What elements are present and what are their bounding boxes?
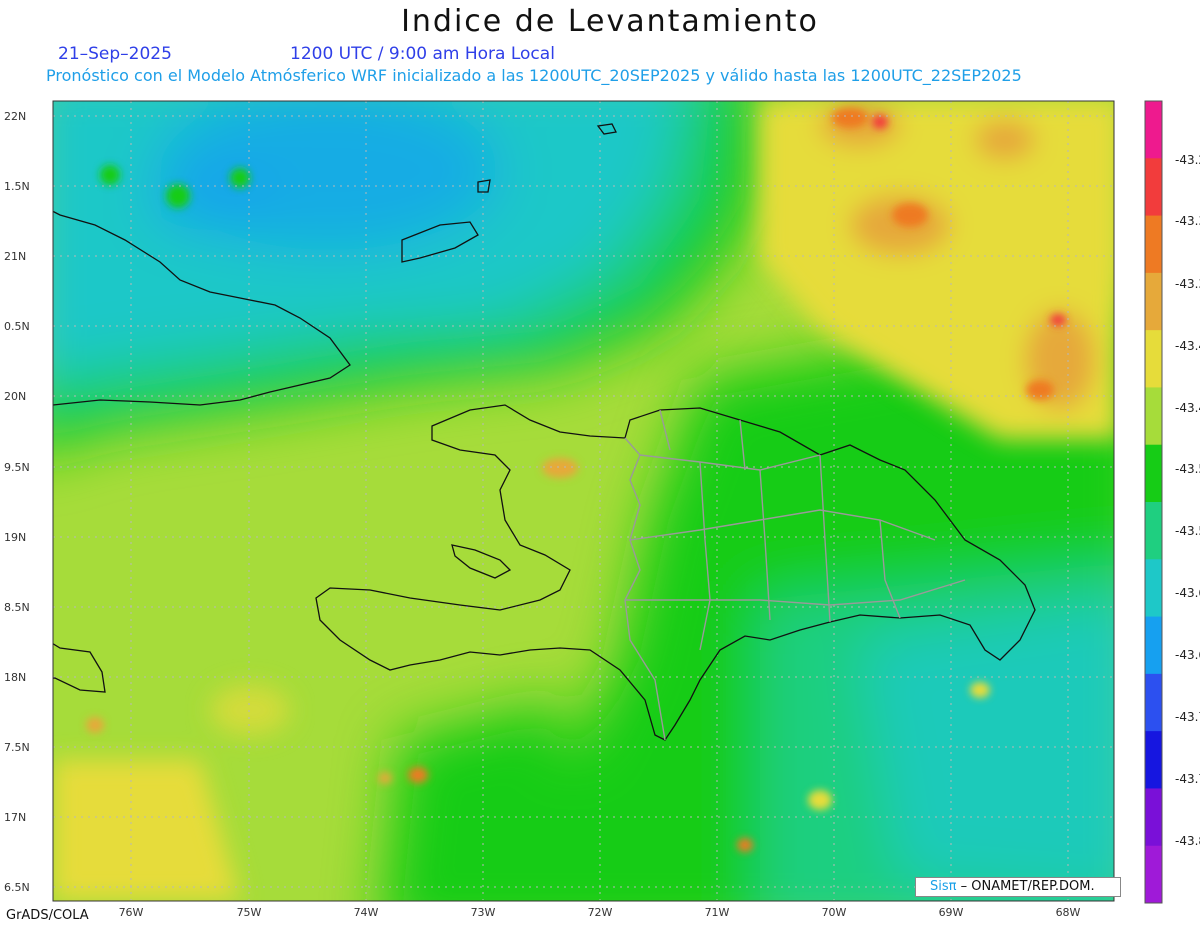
- lat-label: 17N: [4, 811, 26, 824]
- lon-label: 75W: [237, 906, 262, 919]
- lon-label: 69W: [939, 906, 964, 919]
- colorbar-label: -43.8: [1175, 834, 1200, 848]
- lat-label: 7.5N: [4, 741, 30, 754]
- lat-label: 1.5N: [4, 180, 30, 193]
- lat-label: 8.5N: [4, 601, 30, 614]
- colorbar-swatch: [1145, 559, 1162, 618]
- lon-label: 72W: [588, 906, 613, 919]
- lat-label: 22N: [4, 110, 26, 123]
- colorbar-swatch: [1145, 330, 1162, 388]
- colorbar-label: -43.3: [1175, 277, 1200, 291]
- colorbar-label: -43.4: [1175, 401, 1200, 415]
- colorbar-swatch: [1145, 158, 1162, 217]
- colorbar-label: -43.5: [1175, 462, 1200, 476]
- colorbar-label: -43.7: [1175, 772, 1200, 786]
- colorbar-swatch: [1145, 616, 1162, 675]
- lon-label: 70W: [822, 906, 847, 919]
- colorbar-swatch: [1145, 731, 1162, 789]
- lon-label: 68W: [1056, 906, 1081, 919]
- colorbar-swatch: [1145, 444, 1162, 503]
- lon-label: 73W: [471, 906, 496, 919]
- colorbar-swatch: [1145, 215, 1162, 274]
- colorbar-swatch: [1145, 788, 1162, 847]
- colorbar-labels: -43.2 -43.3 -43.3 -43.4 -43.4 -43.5 -43.…: [1175, 153, 1200, 848]
- credit-sis-logo: Sisπ: [930, 879, 957, 894]
- colorbar-swatches: [1145, 101, 1162, 904]
- shaded-field: [53, 101, 1114, 901]
- lat-label: 6.5N: [4, 881, 30, 894]
- colorbar-swatch: [1145, 387, 1162, 446]
- lat-label: 18N: [4, 671, 26, 684]
- lat-label: 0.5N: [4, 320, 30, 333]
- colorbar-label: -43.2: [1175, 153, 1200, 167]
- colorbar-swatch: [1145, 502, 1162, 560]
- lon-axis: 76W 75W 74W 73W 72W 71W 70W 69W 68W: [119, 906, 1081, 919]
- colorbar-label: -43.7: [1175, 710, 1200, 724]
- lat-label: 19N: [4, 531, 26, 544]
- lat-label: 20N: [4, 390, 26, 403]
- lon-label: 76W: [119, 906, 144, 919]
- colorbar-label: -43.5: [1175, 524, 1200, 538]
- lat-axis: 22N 1.5N 21N 0.5N 20N 9.5N 19N 8.5N 18N …: [4, 110, 30, 894]
- colorbar-swatch: [1145, 673, 1162, 732]
- colorbar: -43.2 -43.3 -43.3 -43.4 -43.4 -43.5 -43.…: [1144, 100, 1200, 904]
- lat-label: 21N: [4, 250, 26, 263]
- lon-label: 74W: [354, 906, 379, 919]
- colorbar-label: -43.6: [1175, 648, 1200, 662]
- credit-org: – ONAMET/REP.DOM.: [956, 879, 1095, 894]
- lat-label: 9.5N: [4, 461, 30, 474]
- colorbar-swatch: [1145, 845, 1162, 904]
- software-credit: GrADS/COLA: [6, 908, 89, 923]
- colorbar-label: -43.6: [1175, 586, 1200, 600]
- colorbar-label: -43.4: [1175, 339, 1200, 353]
- colorbar-swatch: [1145, 101, 1162, 159]
- lon-label: 71W: [705, 906, 730, 919]
- credit-box: Sisπ – ONAMET/REP.DOM.: [915, 877, 1121, 897]
- map-figure: 22N 1.5N 21N 0.5N 20N 9.5N 19N 8.5N 18N …: [4, 100, 1200, 919]
- colorbar-swatch: [1145, 272, 1162, 331]
- colorbar-label: -43.3: [1175, 214, 1200, 228]
